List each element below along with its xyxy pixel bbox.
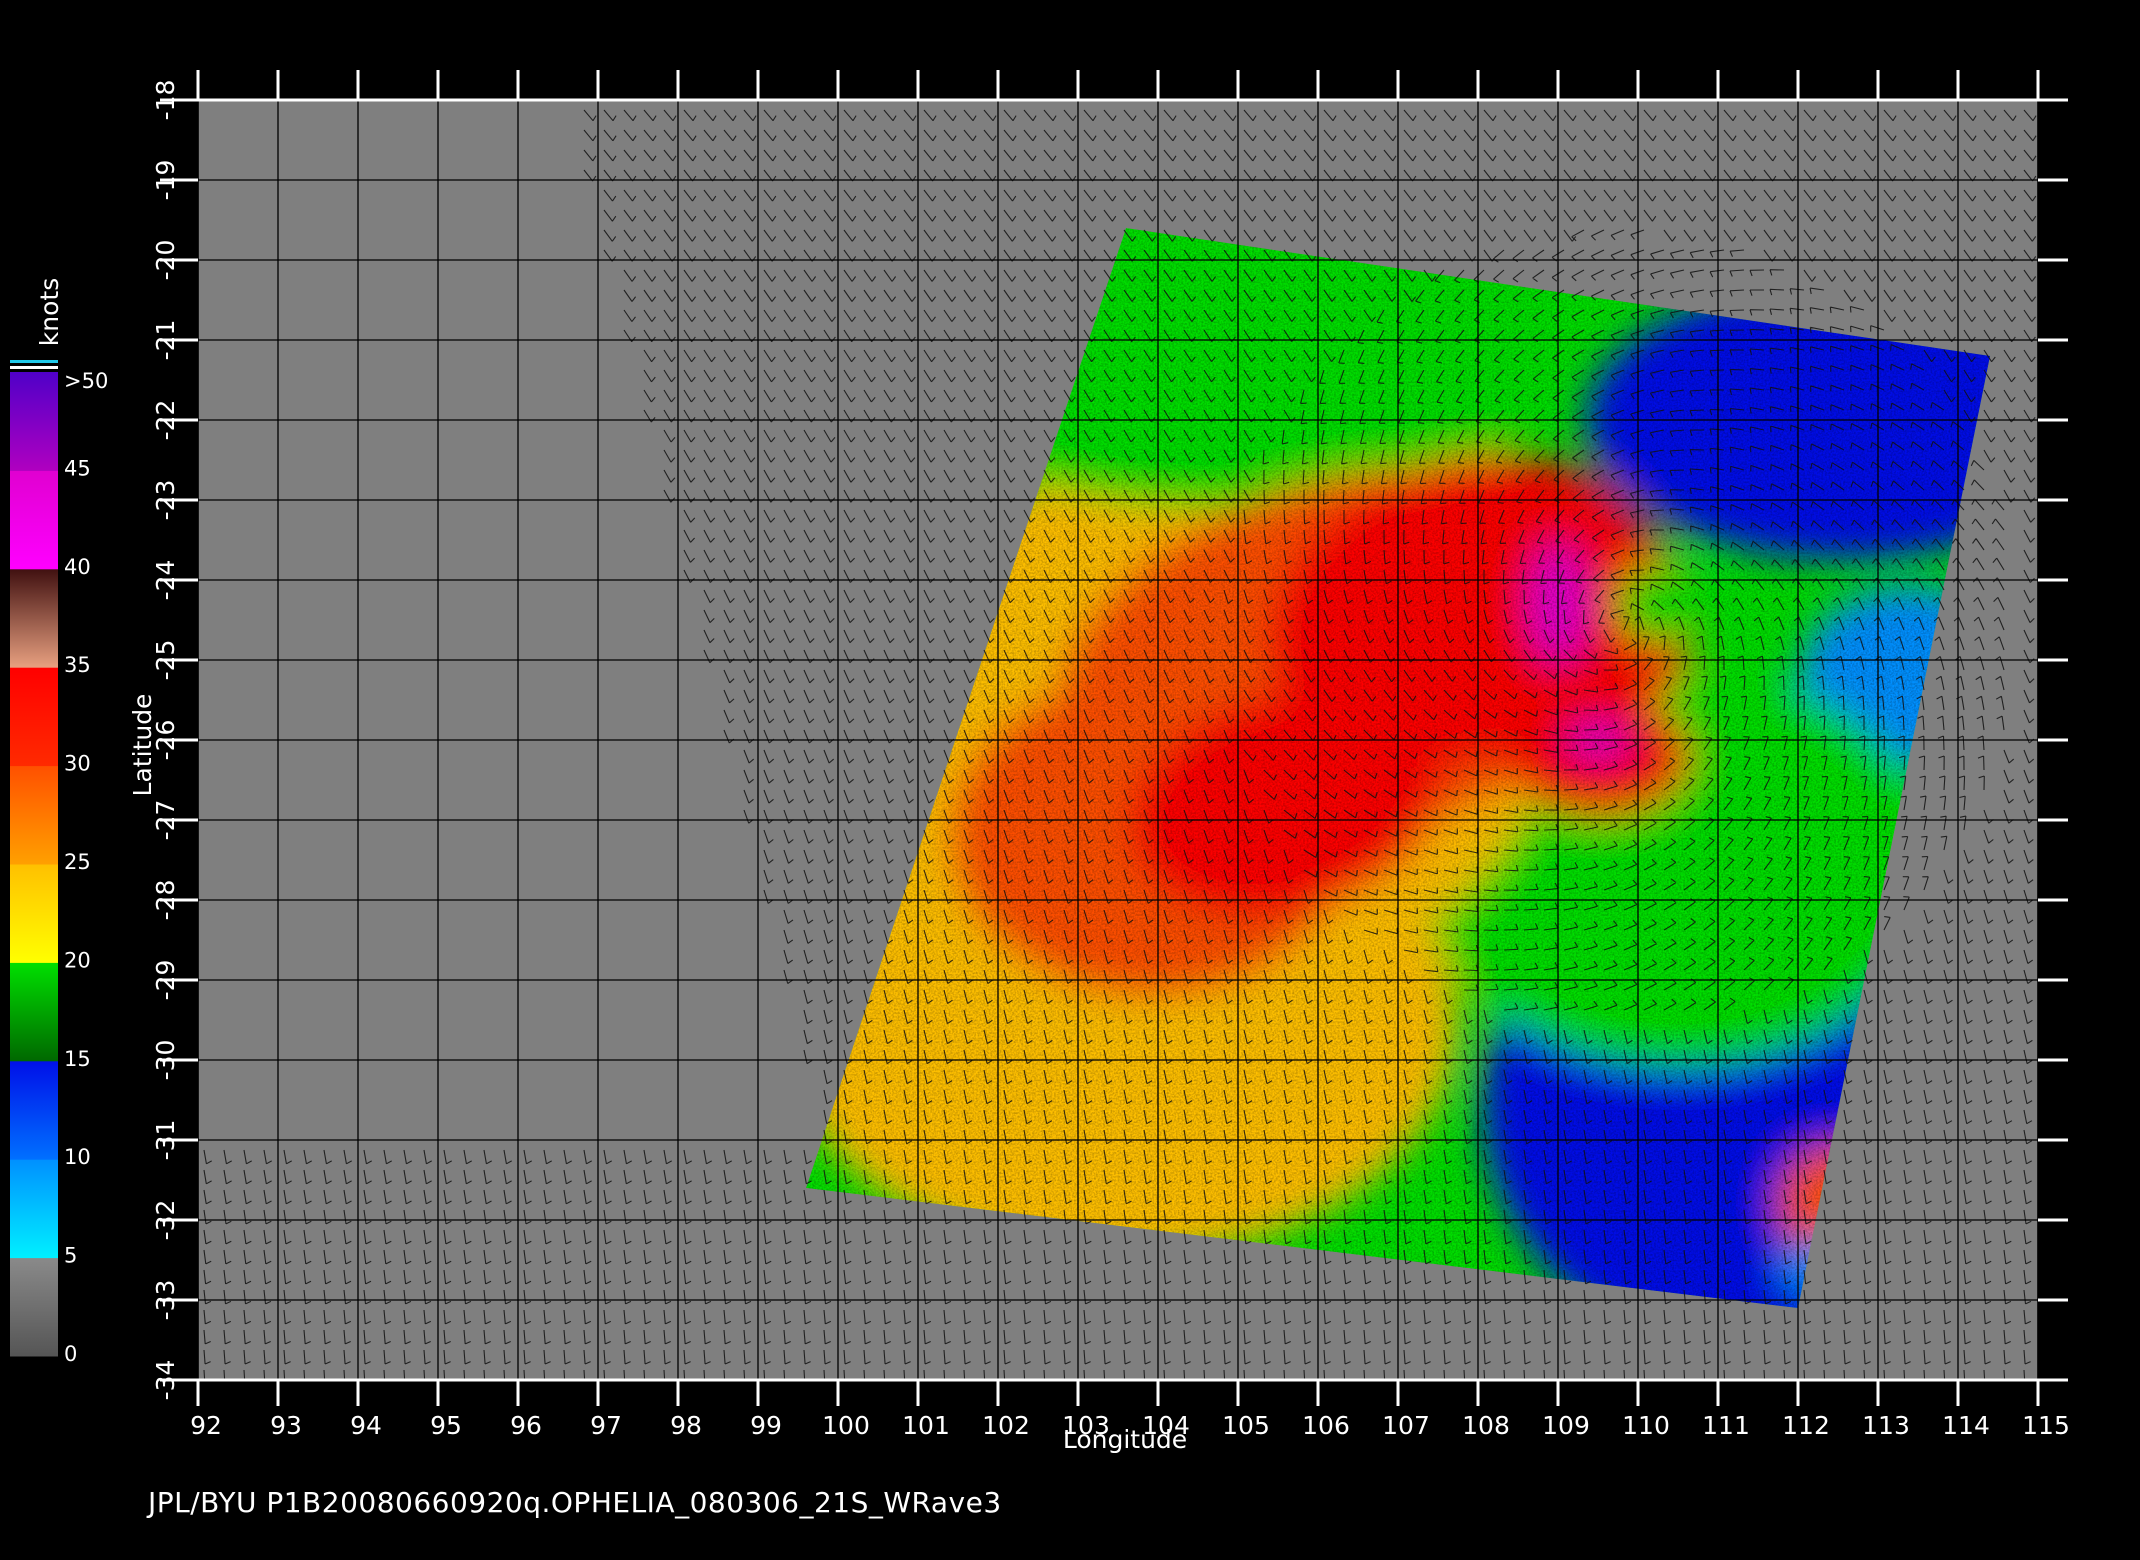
map-plot-area [197,99,2039,1381]
y-tick-label: -32 [151,1200,180,1241]
x-tick-label: 113 [1862,1411,1910,1440]
y-tick-label: -30 [151,1040,180,1081]
product-caption: JPL/BYU P1B20080660920q.OPHELIA_080306_2… [148,1486,1002,1519]
y-tick-label: -23 [151,480,180,521]
colorbar-label: 25 [64,850,91,874]
x-tick-label: 109 [1542,1411,1590,1440]
colorbar-bin [10,1060,58,1160]
colorbar-label: 15 [64,1047,91,1071]
y-tick-label: -19 [151,160,180,201]
x-axis-label: Longitude [1063,1425,1187,1454]
x-tick-label: 106 [1302,1411,1350,1440]
colorbar-label: 40 [64,555,91,579]
y-axis-label: Latitude [128,694,157,797]
y-tick-label: -25 [151,640,180,681]
x-tick-label: 101 [902,1411,950,1440]
y-tick-label: -21 [151,320,180,361]
y-tick-label: -28 [151,880,180,921]
x-tick-label: 93 [270,1411,302,1440]
x-tick-label: 94 [350,1411,382,1440]
colorbar-title: knots [35,278,64,346]
x-tick-label: 105 [1222,1411,1270,1440]
colorbar-label: 0 [64,1342,77,1366]
colorbar-bin [10,470,58,570]
y-tick-label: -18 [151,80,180,121]
x-tick-label: 114 [1942,1411,1990,1440]
x-tick-label: 115 [2022,1411,2070,1440]
colorbar-bin [10,568,58,668]
x-tick-label: 98 [670,1411,702,1440]
y-tick-label: -33 [151,1280,180,1321]
wind-speed-colorbar: 0 5 10 15 20 25 30 35 40 45 >50 [10,360,108,1366]
y-tick-label: -34 [151,1360,180,1401]
x-tick-label: 92 [190,1411,222,1440]
colorbar-bin [10,1159,58,1259]
x-tick-label: 97 [590,1411,622,1440]
x-tick-label: 100 [822,1411,870,1440]
colorbar-label: 45 [64,456,91,480]
x-tick-label: 110 [1622,1411,1670,1440]
colorbar-bin [10,667,58,767]
colorbar-label: 5 [64,1244,77,1268]
colorbar-label: 10 [64,1145,91,1169]
x-tick-label: 112 [1782,1411,1830,1440]
x-tick-label: 102 [982,1411,1030,1440]
colorbar-label: 30 [64,752,91,776]
y-tick-label: -29 [151,960,180,1001]
colorbar-bin [10,765,58,865]
y-tick-label: -31 [151,1120,180,1161]
wind-map-figure: 92 93 94 95 96 97 98 99 100 101 102 103 104 105 106 107… [10,70,2070,1454]
y-tick-label: -20 [151,240,180,281]
colorbar-bin [10,372,58,471]
colorbar-bin [10,864,58,963]
y-tick-label: -27 [151,800,180,841]
colorbar-bin [10,962,58,1062]
y-tick-label: -22 [151,400,180,441]
x-tick-label: 108 [1462,1411,1510,1440]
x-tick-label: 111 [1702,1411,1750,1440]
colorbar-label: 35 [64,653,91,677]
x-tick-label: 107 [1382,1411,1430,1440]
colorbar-bin [10,1257,58,1357]
y-tick-label: -24 [151,560,180,601]
x-tick-label: 99 [750,1411,782,1440]
x-tick-label: 95 [430,1411,462,1440]
colorbar-label: 20 [64,948,91,972]
x-tick-label: 96 [510,1411,542,1440]
colorbar-label: >50 [64,369,108,393]
